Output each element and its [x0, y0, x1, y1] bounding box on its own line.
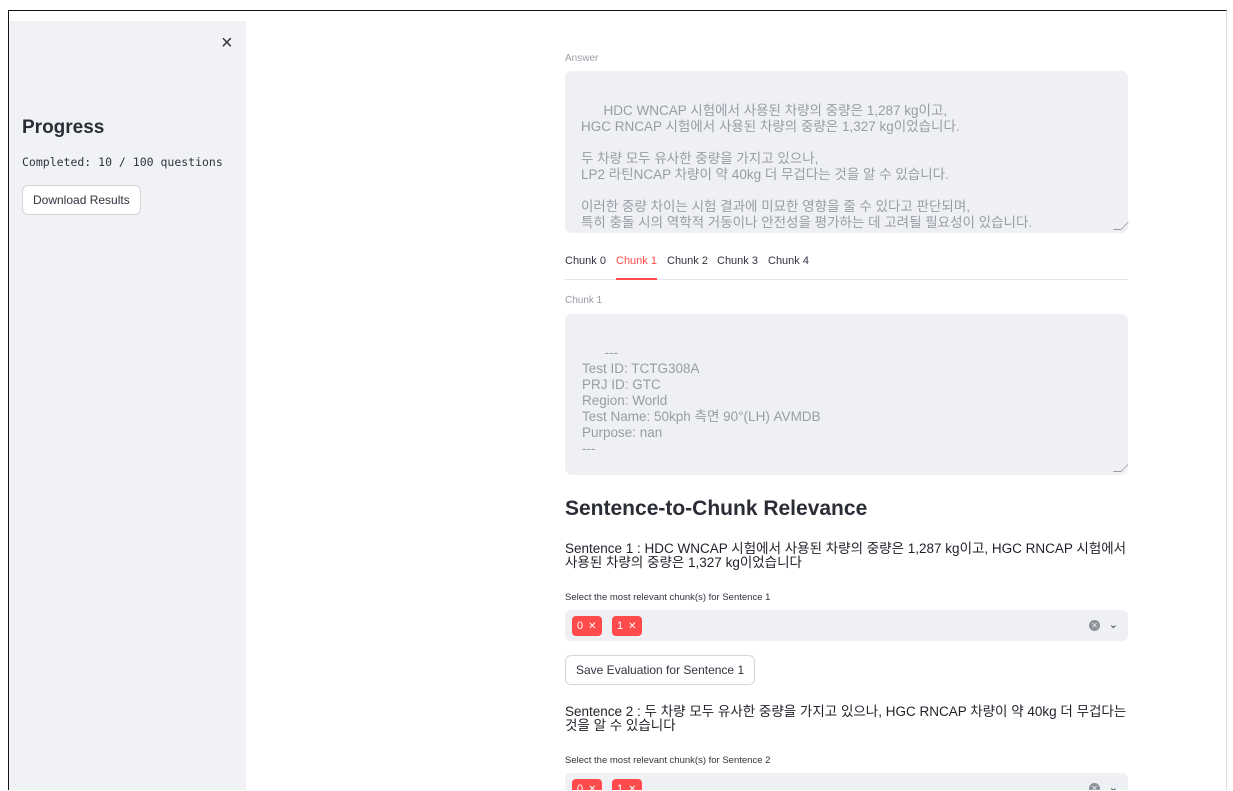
download-results-button[interactable]: Download Results [22, 185, 141, 215]
save-sentence-1-button[interactable]: Save Evaluation for Sentence 1 [565, 655, 756, 685]
chevron-down-icon[interactable]: ⌄ [1109, 618, 1118, 631]
chunk-textarea[interactable]: --- Test ID: TCTG308A PRJ ID: GTC Region… [565, 314, 1128, 475]
clear-icon[interactable]: ✕ [1089, 783, 1100, 790]
sentence-2-text: Sentence 2 : 두 차량 모두 유사한 중량을 가지고 있으나, HG… [565, 704, 1127, 733]
answer-text: HDC WNCAP 시험에서 사용된 차량의 중량은 1,287 kg이고, H… [581, 103, 1033, 230]
tab-chunk-3[interactable]: Chunk 3 [717, 255, 758, 278]
chip-0[interactable]: 0 ✕ [572, 779, 602, 790]
chip-remove-icon: ✕ [588, 621, 597, 632]
chip-1[interactable]: 1 ✕ [612, 779, 642, 790]
sentence-2-select-label: Select the most relevant chunk(s) for Se… [565, 755, 771, 766]
sidebar-title: Progress [22, 117, 105, 138]
tab-chunk-1[interactable]: Chunk 1 [616, 255, 657, 280]
chunk-tabs: Chunk 0 Chunk 1 Chunk 2 Chunk 3 Chunk 4 [565, 255, 1128, 280]
chip-remove-icon: ✕ [628, 784, 637, 790]
app-frame: × Progress Completed: 10 / 100 questions… [8, 10, 1227, 790]
resize-handle-icon[interactable] [1113, 464, 1128, 472]
section-heading: Sentence-to-Chunk Relevance [565, 497, 868, 520]
sentence-2-multiselect[interactable]: 0 ✕ 1 ✕ ✕ ⌄ [565, 773, 1128, 790]
clear-icon[interactable]: ✕ [1089, 620, 1100, 631]
answer-label: Answer [565, 53, 599, 64]
chip-0[interactable]: 0 ✕ [572, 616, 602, 636]
chevron-down-icon[interactable]: ⌄ [1109, 781, 1118, 790]
chunk-label: Chunk 1 [565, 295, 603, 306]
resize-handle-icon[interactable] [1113, 222, 1129, 230]
chip-1[interactable]: 1 ✕ [612, 616, 642, 636]
chip-remove-icon: ✕ [588, 784, 597, 790]
sentence-1-select-label: Select the most relevant chunk(s) for Se… [565, 592, 771, 603]
progress-text: Completed: 10 / 100 questions [22, 155, 223, 169]
sentence-1-text: Sentence 1 : HDC WNCAP 시험에서 사용된 차량의 중량은 … [565, 541, 1127, 570]
tab-chunk-4[interactable]: Chunk 4 [768, 255, 809, 278]
tab-chunk-0[interactable]: Chunk 0 [565, 255, 606, 278]
chip-remove-icon: ✕ [628, 621, 637, 632]
close-icon[interactable]: × [221, 33, 233, 53]
chunk-text: --- Test ID: TCTG308A PRJ ID: GTC Region… [582, 345, 821, 456]
sidebar: × Progress Completed: 10 / 100 questions… [9, 21, 246, 790]
tab-chunk-2[interactable]: Chunk 2 [667, 255, 708, 278]
sentence-1-multiselect[interactable]: 0 ✕ 1 ✕ ✕ ⌄ [565, 610, 1128, 641]
answer-textarea[interactable]: HDC WNCAP 시험에서 사용된 차량의 중량은 1,287 kg이고, H… [565, 71, 1129, 233]
